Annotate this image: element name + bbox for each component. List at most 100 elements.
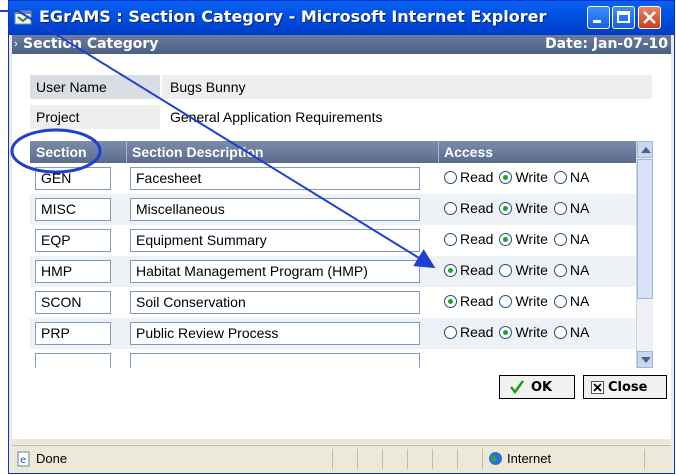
maximize-button[interactable] xyxy=(612,6,635,29)
close-icon xyxy=(643,11,656,24)
section-code-field[interactable]: SCON xyxy=(35,291,111,314)
ie-page-icon xyxy=(14,10,32,25)
section-description-field[interactable] xyxy=(130,353,420,368)
access-radio-group: Read Write NA xyxy=(444,324,595,340)
access-option-write[interactable]: Write xyxy=(499,200,548,216)
access-radio-group: Read Write NA xyxy=(444,169,595,185)
browser-window: EGrAMS : Section Category - Microsoft In… xyxy=(8,0,675,474)
radio-read[interactable] xyxy=(444,171,457,184)
minimize-icon xyxy=(593,20,601,23)
maximize-icon xyxy=(617,11,630,23)
scroll-thumb[interactable] xyxy=(637,159,653,299)
access-option-read[interactable]: Read xyxy=(444,200,493,216)
radio-na[interactable] xyxy=(553,171,567,184)
scroll-down-button[interactable] xyxy=(637,351,653,368)
project-value: General Application Requirements xyxy=(162,105,652,129)
table-row: EQP Equipment Summary Read Write NA xyxy=(30,225,652,256)
radio-read[interactable] xyxy=(444,295,457,308)
radio-write[interactable] xyxy=(499,264,513,277)
internet-globe-icon xyxy=(489,452,502,465)
section-description-field[interactable]: Soil Conservation xyxy=(130,291,420,314)
table-row: SCON Soil Conservation Read Write NA xyxy=(30,287,652,318)
section-grid: Section Section Description Access GEN F… xyxy=(30,141,652,368)
access-option-read[interactable]: Read xyxy=(444,324,493,340)
status-divider xyxy=(644,449,645,469)
section-description-field[interactable]: Miscellaneous xyxy=(130,198,420,221)
column-header-description[interactable]: Section Description xyxy=(132,144,263,160)
status-text: Done xyxy=(36,451,68,466)
minimize-button[interactable] xyxy=(587,6,610,29)
page-title: Section Category xyxy=(23,36,159,52)
section-code-field[interactable]: HMP xyxy=(35,260,111,283)
section-header: › Section Category Date: Jan-07-10 xyxy=(12,35,671,54)
section-code-field[interactable]: PRP xyxy=(35,322,111,345)
radio-na[interactable] xyxy=(553,202,567,215)
radio-na[interactable] xyxy=(553,295,567,308)
section-description-field[interactable]: Equipment Summary xyxy=(130,229,420,252)
section-description-field[interactable]: Habitat Management Program (HMP) xyxy=(130,260,420,283)
radio-write-label: Write xyxy=(515,169,548,185)
access-option-read[interactable]: Read xyxy=(444,293,493,309)
ok-button-label: OK xyxy=(531,380,553,395)
access-option-write[interactable]: Write xyxy=(499,293,548,309)
radio-write-label: Write xyxy=(515,262,548,278)
radio-read[interactable] xyxy=(444,264,457,277)
radio-write-label: Write xyxy=(515,231,548,247)
access-option-na[interactable]: NA xyxy=(553,169,589,185)
close-window-button[interactable] xyxy=(638,6,661,29)
status-divider xyxy=(382,449,383,469)
grid-header: Section Section Description Access xyxy=(30,141,652,163)
radio-write-label: Write xyxy=(515,293,548,309)
radio-write[interactable] xyxy=(499,233,513,246)
access-option-write[interactable]: Write xyxy=(499,169,548,185)
access-option-read[interactable]: Read xyxy=(444,169,493,185)
column-header-access[interactable]: Access xyxy=(444,144,493,160)
radio-write[interactable] xyxy=(499,171,513,184)
title-bar[interactable]: EGrAMS : Section Category - Microsoft In… xyxy=(9,1,674,35)
section-code-field[interactable] xyxy=(35,353,111,368)
radio-read[interactable] xyxy=(444,233,457,246)
radio-read[interactable] xyxy=(444,202,457,215)
access-option-write[interactable]: Write xyxy=(499,324,548,340)
access-option-na[interactable]: NA xyxy=(553,293,589,309)
section-code-field[interactable]: GEN xyxy=(35,167,111,190)
radio-read-label: Read xyxy=(460,293,494,309)
radio-write[interactable] xyxy=(499,295,513,308)
status-divider xyxy=(432,449,433,469)
radio-read[interactable] xyxy=(444,326,457,339)
section-description-field[interactable]: Public Review Process xyxy=(130,322,420,345)
section-code-field[interactable]: EQP xyxy=(35,229,111,252)
close-x-icon xyxy=(591,381,604,394)
vertical-scrollbar[interactable] xyxy=(636,141,653,368)
scroll-up-button[interactable] xyxy=(637,141,653,158)
status-divider xyxy=(332,449,333,469)
access-option-read[interactable]: Read xyxy=(444,231,493,247)
access-option-na[interactable]: NA xyxy=(553,324,589,340)
column-header-section[interactable]: Section xyxy=(36,144,87,160)
radio-na[interactable] xyxy=(553,264,567,277)
section-code-field[interactable]: MISC xyxy=(35,198,111,221)
radio-write-label: Write xyxy=(515,200,548,216)
access-option-write[interactable]: Write xyxy=(499,262,548,278)
ok-button[interactable]: OK xyxy=(499,375,575,399)
access-option-na[interactable]: NA xyxy=(553,262,589,278)
radio-na[interactable] xyxy=(553,326,567,339)
project-label: Project xyxy=(30,105,160,129)
radio-write[interactable] xyxy=(499,202,513,215)
access-option-na[interactable]: NA xyxy=(553,231,589,247)
status-divider xyxy=(457,449,458,469)
arrow-up-icon xyxy=(641,147,651,153)
access-option-na[interactable]: NA xyxy=(553,200,589,216)
radio-na[interactable] xyxy=(553,233,567,246)
access-option-write[interactable]: Write xyxy=(499,231,548,247)
user-name-label: User Name xyxy=(30,75,160,99)
radio-read-label: Read xyxy=(460,262,494,278)
radio-read-label: Read xyxy=(460,324,494,340)
access-radio-group: Read Write NA xyxy=(444,200,595,216)
access-option-read[interactable]: Read xyxy=(444,262,493,278)
close-button[interactable]: Close xyxy=(583,375,667,399)
table-row: MISC Miscellaneous Read Write NA xyxy=(30,194,652,225)
radio-write[interactable] xyxy=(499,326,513,339)
section-description-field[interactable]: Facesheet xyxy=(130,167,420,190)
svg-text:e: e xyxy=(20,455,26,466)
